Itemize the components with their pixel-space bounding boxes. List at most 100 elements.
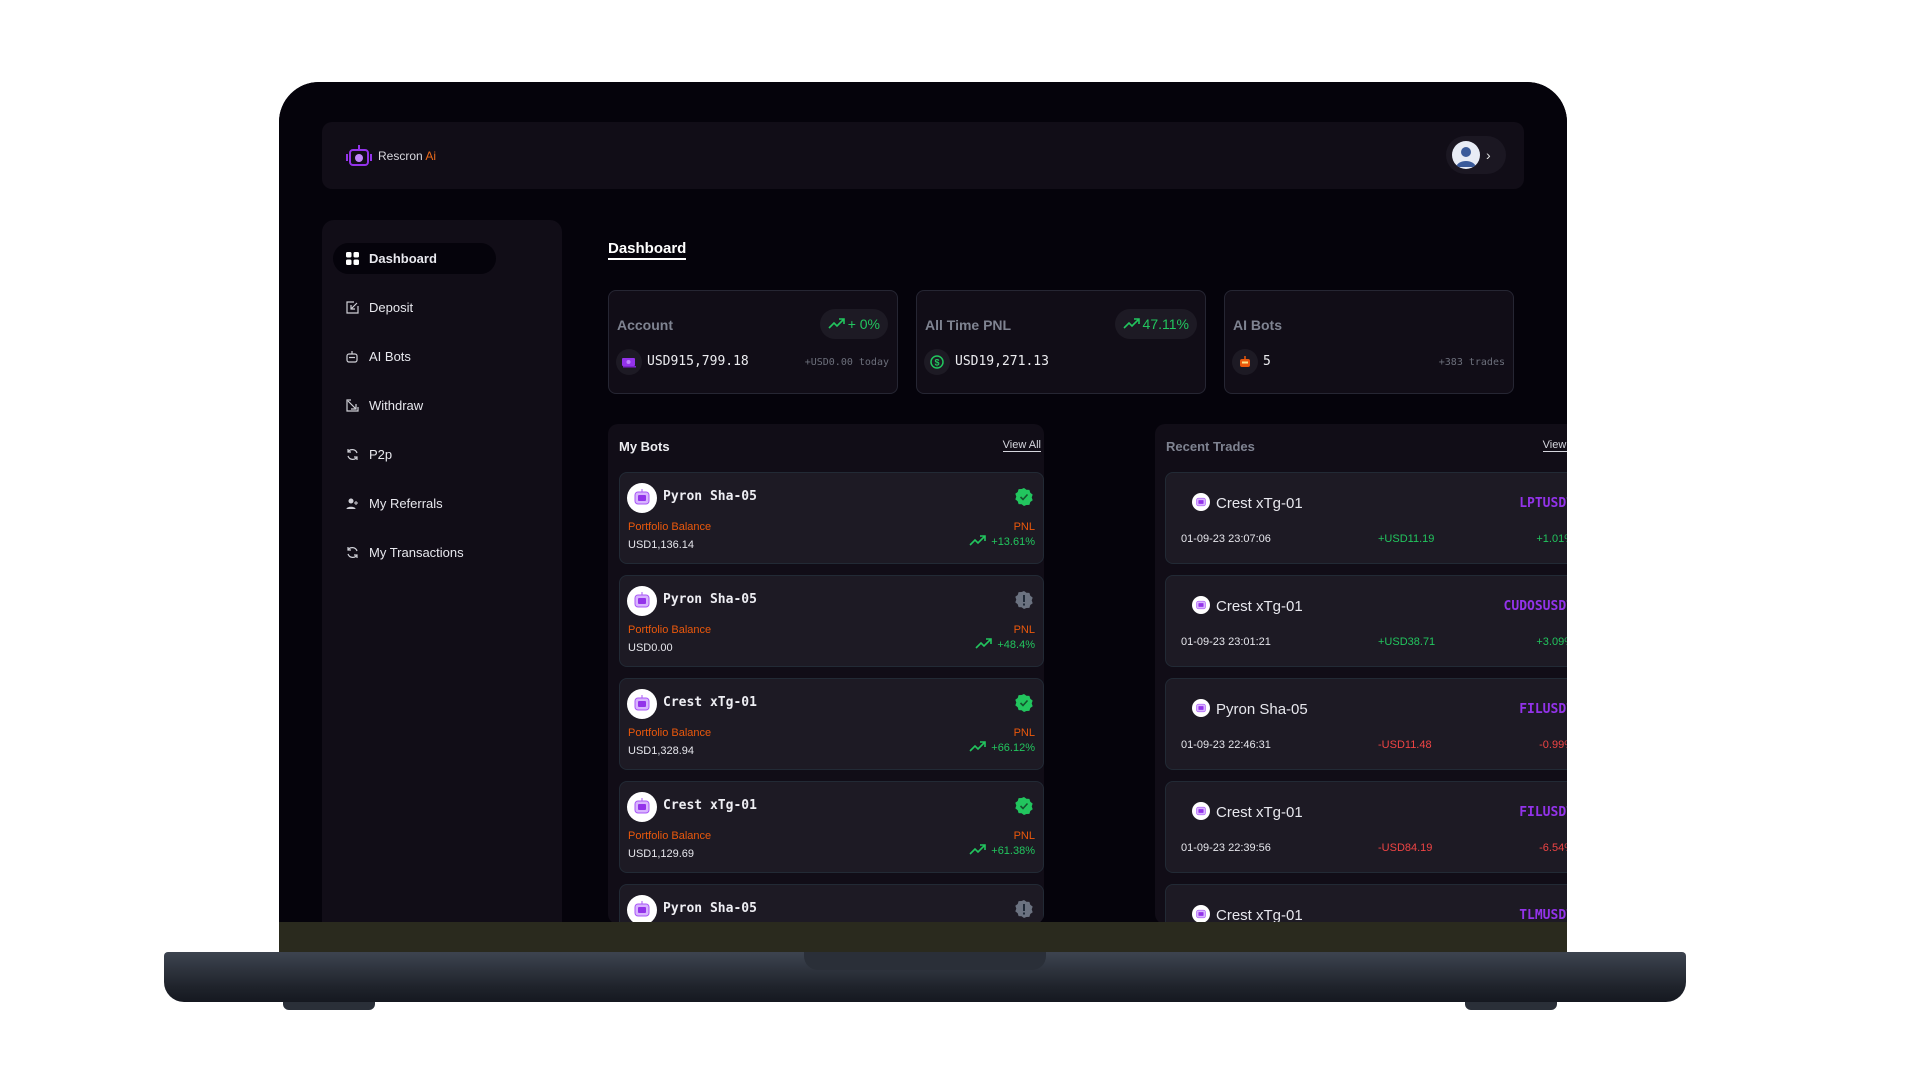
bot-card[interactable]: Pyron Sha-05 [619,884,1044,922]
sidebar-item-label: My Transactions [369,545,464,560]
trade-row[interactable]: Crest xTg-01 FILUSDT 01-09-23 22:39:56 -U… [1165,781,1567,873]
stat-card-ai-bots: AI Bots 5 +383 trades [1224,290,1514,394]
trade-time: 01-09-23 22:39:56 [1181,842,1271,854]
pnl-label: PNL [1013,727,1035,739]
bot-name: Pyron Sha-05 [663,592,757,607]
avatar [1452,141,1480,169]
sidebar-item-dashboard[interactable]: Dashboard [333,243,496,274]
brand-name: Rescron Ai [378,149,437,163]
trade-amount: -USD11.48 [1378,739,1432,751]
robot-icon [345,350,359,364]
trade-time: 01-09-23 22:46:31 [1181,739,1271,751]
bot-avatar [627,792,657,822]
stat-value: USD915,799.18 [647,354,749,369]
bot-avatar [627,483,657,513]
recent-trades-view-all-link[interactable]: View All [1542,439,1567,452]
sidebar-item-my-transactions[interactable]: My Transactions [333,537,496,568]
trade-time: 01-09-23 23:01:21 [1181,636,1271,648]
bot-avatar [627,689,657,719]
money-icon [616,349,642,375]
robot-logo-icon [344,141,374,171]
sidebar-item-withdraw[interactable]: Withdraw [333,390,496,421]
dollar-coin-icon: $ [924,349,950,375]
trade-amount: +USD38.71 [1378,636,1436,648]
pending-badge-icon [1014,590,1034,610]
trend-up-icon [1122,316,1141,332]
stat-subtext: +USD0.00 today [804,357,889,368]
trade-row[interactable]: Crest xTg-01 LPTUSDT 01-09-23 23:07:06 +U… [1165,472,1567,564]
trade-pair: FILUSDT [1519,702,1567,717]
page-title: Dashboard [608,240,687,260]
svg-text:$: $ [934,358,939,368]
grid-icon [345,252,359,266]
sidebar-item-label: P2p [369,447,393,462]
bot-name: Crest xTg-01 [663,695,757,710]
sidebar-item-p2p[interactable]: P2p [333,439,496,470]
deposit-icon [345,301,359,315]
refresh-icon [345,448,359,462]
bot-name: Pyron Sha-05 [663,901,757,916]
trade-percent: -6.54% [1539,842,1567,854]
my-bots-title: My Bots [619,439,670,454]
sidebar-item-label: Withdraw [369,398,424,413]
stat-card-account: Account + 0% USD915,799.18 +USD0.00 today [608,290,898,394]
trend-up-icon [969,844,987,858]
portfolio-balance-label: Portfolio Balance [628,521,712,533]
laptop-foot-left [283,1002,375,1010]
bot-avatar [627,895,657,922]
profile-menu-button[interactable]: › [1446,136,1506,174]
trade-pair: TLMUSDT [1519,908,1567,922]
stat-value: 5 [1263,354,1271,369]
sidebar-item-label: Deposit [369,300,414,315]
sidebar-item-label: Dashboard [369,251,437,266]
bot-avatar [1192,699,1210,717]
trade-bot-name: Crest xTg-01 [1216,598,1303,615]
verified-badge-icon [1014,693,1034,713]
trade-bot-name: Crest xTg-01 [1216,804,1303,821]
bot-avatar [1192,493,1210,511]
bot-card[interactable]: Pyron Sha-05 Portfolio Balance USD0.00 P… [619,575,1044,667]
portfolio-balance-value: USD1,129.69 [628,848,695,860]
laptop-mockup: Rescron Ai › Dashboard Deposit AI Bots With… [0,0,1920,1080]
bot-card[interactable]: Pyron Sha-05 Portfolio Balance USD1,136.… [619,472,1044,564]
trade-bot-name: Crest xTg-01 [1216,907,1303,922]
sidebar-item-deposit[interactable]: Deposit [333,292,496,323]
sidebar-item-my-referrals[interactable]: My Referrals [333,488,496,519]
pnl-label: PNL [1013,830,1035,842]
bot-avatar [627,586,657,616]
stat-label: All Time PNL [925,317,1012,333]
trend-up-icon [975,638,993,652]
sidebar-item-ai-bots[interactable]: AI Bots [333,341,496,372]
trade-pair: FILUSDT [1519,805,1567,820]
laptop-base [164,952,1686,1002]
bot-card[interactable]: Crest xTg-01 Portfolio Balance USD1,129.… [619,781,1044,873]
trade-percent: +1.01% [1536,533,1567,545]
bot-avatar [1192,905,1210,922]
trend-up-icon [969,535,987,549]
my-bots-view-all-link[interactable]: View All [1002,439,1041,452]
trade-percent: -0.99% [1539,739,1567,751]
trade-bot-name: Pyron Sha-05 [1216,701,1308,718]
trade-percent: +3.09% [1536,636,1567,648]
trend-up-icon [969,741,987,755]
portfolio-balance-label: Portfolio Balance [628,830,712,842]
portfolio-balance-value: USD1,136.14 [628,539,695,551]
bot-avatar [1192,596,1210,614]
portfolio-balance-value: USD1,328.94 [628,745,695,757]
pnl-label: PNL [1013,521,1035,533]
brand-logo[interactable]: Rescron Ai [344,141,436,171]
bot-card[interactable]: Crest xTg-01 Portfolio Balance USD1,328.… [619,678,1044,770]
trade-row[interactable]: Pyron Sha-05 FILUSDT 01-09-23 22:46:31 -U… [1165,678,1567,770]
stat-label: AI Bots [1233,317,1282,333]
trade-row[interactable]: Crest xTg-01 CUDOSUSDT 01-09-23 23:01:21 … [1165,575,1567,667]
trade-amount: -USD84.19 [1378,842,1433,854]
pending-badge-icon [1014,899,1034,919]
portfolio-balance-value: USD0.00 [628,642,673,654]
trade-row[interactable]: Crest xTg-01 TLMUSDT [1165,884,1567,922]
pnl-label: PNL [1013,624,1035,636]
stat-card-all-time-pnl: All Time PNL 47.11% $ USD19,271.13 [916,290,1206,394]
my-bots-panel: My Bots View All Pyron Sha-05 Portfolio … [608,424,1044,922]
stat-subtext: +383 trades [1438,357,1505,368]
stat-label: Account [617,317,673,333]
pnl-value: +48.4% [975,638,1035,652]
